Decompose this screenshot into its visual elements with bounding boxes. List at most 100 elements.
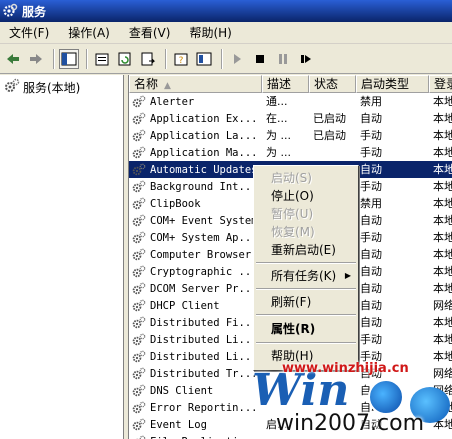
console-view-icon[interactable] (194, 49, 214, 69)
service-logon: 本地 (433, 112, 452, 125)
service-description: 为 ... (266, 129, 291, 142)
restart-service-icon[interactable] (296, 49, 316, 69)
column-header-description[interactable]: 描述 (262, 75, 309, 93)
menu-action[interactable]: 操作(A) (59, 23, 120, 43)
table-row[interactable]: File Replicati... (129, 433, 452, 439)
menu-view[interactable]: 查看(V) (120, 23, 181, 43)
service-gear-icon (132, 265, 148, 279)
toolbar-separator (86, 48, 88, 69)
service-gear-icon (132, 418, 148, 432)
pause-service-icon[interactable] (273, 49, 293, 69)
service-name-cell: Distributed Fi... (129, 314, 262, 331)
service-name: Application Ma... (150, 146, 258, 159)
service-description (262, 433, 309, 439)
service-description (262, 382, 309, 399)
properties-sheet-icon[interactable] (92, 49, 112, 69)
service-gear-icon (132, 129, 148, 143)
context-menu: 启动(S) 停止(O) 暂停(U) 恢复(M) 重新启动(E) 所有任务(K) … (253, 165, 359, 371)
service-gear-icon (132, 180, 148, 194)
toolbar-separator (53, 48, 55, 69)
service-logon: 本地 (433, 248, 452, 261)
menu-item-all-tasks[interactable]: 所有任务(K) ▶ (255, 267, 357, 285)
menu-item-refresh[interactable]: 刷新(F) (255, 293, 357, 311)
service-name: Cryptographic ... (150, 265, 258, 278)
service-name: Distributed Li... (150, 333, 258, 346)
menu-file[interactable]: 文件(F) (0, 23, 59, 43)
table-row[interactable]: Alerter 通... 禁用 本地 (129, 93, 452, 110)
table-row[interactable]: Application La... 为 ... 已启动 手动 本地 (129, 127, 452, 144)
service-logon: 网络 (433, 367, 452, 380)
service-status (309, 144, 356, 161)
column-header-name[interactable]: 名称 ▲ (129, 75, 262, 93)
menu-item-start[interactable]: 启动(S) (255, 169, 357, 187)
service-description (262, 399, 309, 416)
menu-item-resume[interactable]: 恢复(M) (255, 223, 357, 241)
service-name-cell: Automatic Updates (129, 161, 262, 178)
service-status (309, 382, 356, 399)
service-logon: 本地 (433, 146, 452, 159)
service-gear-icon (132, 316, 148, 330)
service-startup-type: 禁用 (360, 197, 382, 210)
service-name: Background Int... (150, 180, 258, 193)
service-logon: 本地 (429, 161, 452, 178)
service-description: 在... (266, 112, 288, 125)
menu-item-stop[interactable]: 停止(O) (255, 187, 357, 205)
table-row[interactable]: Event Log 启... 自动 本地 (129, 416, 452, 433)
service-description: 为 ... (266, 146, 291, 159)
export-list-icon[interactable] (138, 49, 158, 69)
service-name-cell: DHCP Client (129, 297, 262, 314)
service-name: Computer Browser (150, 248, 252, 261)
service-name-cell: DCOM Server Pr... (129, 280, 262, 297)
service-logon: 网络 (433, 299, 452, 312)
service-gear-icon (132, 401, 148, 415)
toolbar: ? (0, 44, 452, 74)
service-gear-icon (132, 384, 148, 398)
service-startup-type: 自动 (360, 248, 382, 261)
service-logon: 本地 (433, 282, 452, 295)
service-startup-type: 自动 (360, 265, 382, 278)
submenu-arrow-icon: ▶ (344, 271, 351, 280)
column-header-logon[interactable]: 登录 (429, 75, 452, 93)
help-topic-icon[interactable]: ? (171, 49, 191, 69)
service-name: ClipBook (150, 197, 201, 210)
refresh-icon[interactable] (115, 49, 135, 69)
menu-separator (256, 262, 356, 264)
service-gear-icon (132, 231, 148, 245)
start-service-icon[interactable] (227, 49, 247, 69)
service-name-cell: Cryptographic ... (129, 263, 262, 280)
service-name-cell: Computer Browser (129, 246, 262, 263)
service-startup-type: 手动 (360, 333, 382, 346)
service-logon: 本地 (433, 197, 452, 210)
menu-help[interactable]: 帮助(H) (180, 23, 241, 43)
service-name: File Replicati... (148, 434, 259, 439)
table-row[interactable]: DNS Client 自动 网络 (129, 382, 452, 399)
column-header-startup-type[interactable]: 启动类型 (356, 75, 429, 93)
menu-item-restart[interactable]: 重新启动(E) (255, 241, 357, 259)
service-logon: 本地 (433, 401, 452, 414)
service-name: DHCP Client (150, 299, 220, 312)
menu-item-pause[interactable]: 暂停(U) (255, 205, 357, 223)
table-row[interactable]: Application Ma... 为 ... 手动 本地 (129, 144, 452, 161)
table-row[interactable]: Error Reportin... 自动 本地 (129, 399, 452, 416)
service-name-cell: Event Log (129, 416, 262, 433)
service-name-cell: DNS Client (129, 382, 262, 399)
service-startup-type: 手动 (360, 231, 382, 244)
service-logon (429, 433, 452, 439)
service-status: 已启动 (313, 112, 346, 125)
service-logon: 网络 (433, 384, 452, 397)
menu-item-properties[interactable]: 属性(R) (255, 320, 357, 338)
menu-bar: 文件(F) 操作(A) 查看(V) 帮助(H) (0, 22, 452, 44)
table-row[interactable]: Application Ex... 在... 已启动 自动 本地 (129, 110, 452, 127)
console-tree: 服务(本地) (0, 75, 124, 439)
forward-arrow-icon[interactable] (26, 49, 46, 69)
menu-item-help[interactable]: 帮助(H) (255, 347, 357, 365)
service-name-cell: Distributed Li... (129, 331, 262, 348)
column-header-status[interactable]: 状态 (309, 75, 356, 93)
tree-item-services-local[interactable]: 服务(本地) (4, 78, 80, 97)
service-name: Automatic Updates (148, 161, 260, 178)
back-arrow-icon[interactable] (3, 49, 23, 69)
show-tree-icon[interactable] (59, 48, 79, 69)
stop-service-icon[interactable] (250, 49, 270, 69)
services-gear-icon (2, 3, 18, 19)
service-gear-icon (132, 214, 148, 228)
